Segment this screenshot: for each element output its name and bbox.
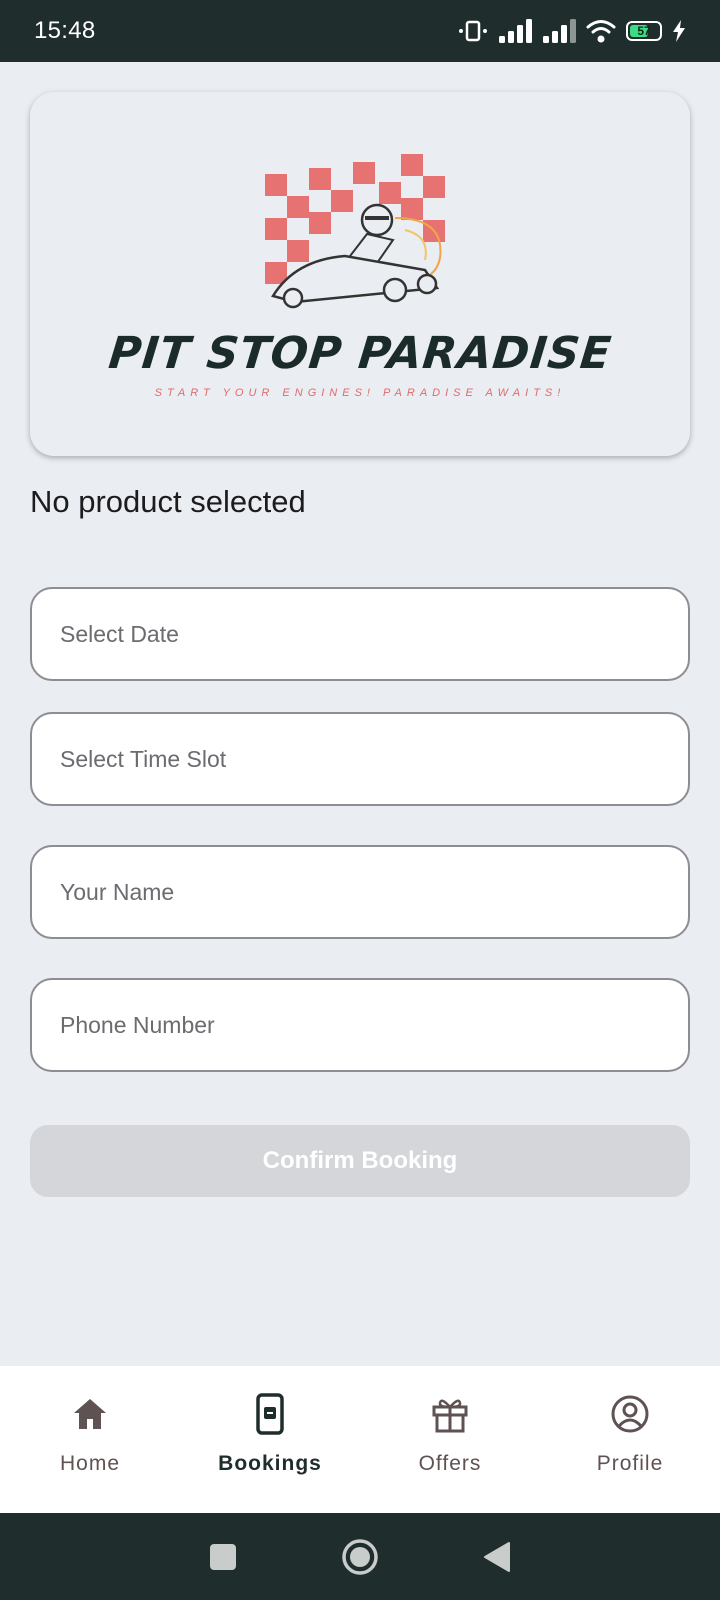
system-home-button[interactable] <box>341 1538 379 1576</box>
back-icon <box>484 1541 510 1572</box>
charging-icon <box>673 20 685 42</box>
back-button[interactable] <box>483 1541 511 1573</box>
system-nav-bar <box>0 1513 720 1600</box>
nav-label-home: Home <box>59 1452 121 1475</box>
logo-card: PIT STOP PARADISE START YOUR ENGINES! PA… <box>30 92 690 456</box>
brand-tagline: START YOUR ENGINES! PARADISE AWAITS! <box>154 387 566 399</box>
select-time-slot-field[interactable] <box>30 712 690 806</box>
recents-button[interactable] <box>209 1543 237 1571</box>
select-time-slot-input[interactable] <box>60 745 660 773</box>
status-time: 15:48 <box>34 17 96 44</box>
battery-level: 57 <box>637 24 651 38</box>
signal-icon <box>543 19 576 43</box>
status-bar: 15:48 57 <box>0 0 720 62</box>
bottom-nav: Home Bookings Offers Profile <box>0 1366 720 1513</box>
signal-icon <box>499 19 532 43</box>
nav-item-home[interactable]: Home <box>0 1366 180 1513</box>
nav-label-offers: Offers <box>418 1452 482 1475</box>
nav-label-profile: Profile <box>596 1452 664 1475</box>
wifi-icon <box>586 20 616 43</box>
vibrate-icon <box>459 20 487 42</box>
go-kart-logo-art <box>265 154 445 309</box>
select-date-field[interactable] <box>30 587 690 681</box>
phone-number-field[interactable] <box>30 978 690 1072</box>
home-circle-icon <box>342 1538 378 1575</box>
nav-item-profile[interactable]: Profile <box>540 1366 720 1513</box>
nav-item-bookings[interactable]: Bookings <box>180 1366 360 1513</box>
recents-icon <box>210 1543 236 1570</box>
your-name-field[interactable] <box>30 845 690 939</box>
nav-label-bookings: Bookings <box>218 1452 322 1475</box>
home-icon <box>72 1392 108 1436</box>
status-icons: 57 <box>458 18 686 44</box>
profile-icon <box>610 1392 650 1436</box>
phone-number-input[interactable] <box>60 1011 660 1039</box>
gift-icon <box>431 1392 469 1436</box>
your-name-input[interactable] <box>60 878 660 906</box>
nav-item-offers[interactable]: Offers <box>360 1366 540 1513</box>
brand-title: PIT STOP PARADISE <box>106 328 614 379</box>
product-status-text: No product selected <box>30 484 306 519</box>
confirm-booking-button[interactable]: Confirm Booking <box>30 1125 690 1197</box>
battery-icon: 57 <box>626 21 662 41</box>
select-date-input[interactable] <box>60 620 660 648</box>
bookings-icon <box>255 1392 285 1436</box>
